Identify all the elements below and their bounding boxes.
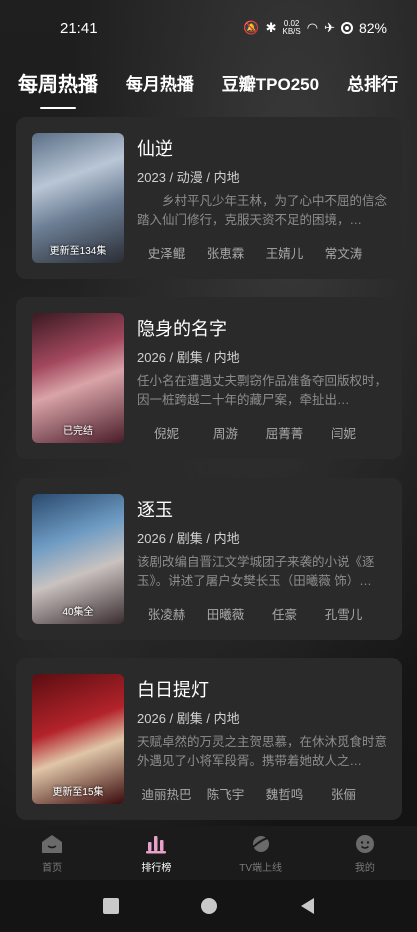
back-button[interactable] xyxy=(298,897,316,915)
list-item[interactable]: 更新至134集 仙逆 2023 / 动漫 / 内地 乡村平凡少年王林，为了心中不… xyxy=(16,117,402,279)
wifi-icon: ◠ xyxy=(306,20,319,35)
cast-list: 张凌赫 田曦薇 任豪 孔雪儿 xyxy=(137,604,397,623)
cast-name: 张俪 xyxy=(330,788,356,802)
item-meta: 2026 / 剧集 / 内地 xyxy=(137,531,240,546)
nav-profile[interactable]: 我的 xyxy=(325,833,405,874)
item-title[interactable]: 白日提灯 xyxy=(137,676,209,702)
planet-icon xyxy=(249,835,271,852)
cast-name: 陈飞宇 xyxy=(206,788,245,802)
speed-unit: KB/S xyxy=(282,27,301,36)
item-title[interactable]: 隐身的名字 xyxy=(137,315,227,341)
cast-name: 孔雪儿 xyxy=(324,608,363,622)
recents-button[interactable] xyxy=(102,897,120,915)
cast-name: 周游 xyxy=(212,427,238,441)
item-title[interactable]: 逐玉 xyxy=(137,496,173,522)
status-bar: 21:41 🔕 ✱ 0.02 KB/S ◠ ✈ 82% xyxy=(0,0,417,56)
cast-list: 史泽鲲 张恵霖 王婧儿 常文涛 xyxy=(137,243,397,262)
battery-level: 82% xyxy=(358,20,387,36)
nav-label: TV端上线 xyxy=(239,862,283,874)
home-icon xyxy=(42,834,63,853)
item-meta: 2026 / 剧集 / 内地 xyxy=(137,350,240,365)
list-item[interactable]: 更新至15集 白日提灯 2026 / 剧集 / 内地 天赋卓然的万灵之主贺思慕，… xyxy=(16,658,402,820)
nav-label: 我的 xyxy=(354,862,375,874)
tab-overall[interactable]: 总排行 xyxy=(347,70,398,95)
cast-name: 张凌赫 xyxy=(147,608,186,622)
battery-icon xyxy=(340,22,353,34)
status-icons: 🔕 ✱ 0.02 KB/S ◠ ✈ 82% xyxy=(243,20,387,37)
item-description: 任小名在遭遇丈夫剽窃作品准备夺回版权时，因一桩跨越二十年的藏尸案，牵扯出… xyxy=(137,374,387,407)
list-item[interactable]: 已完结 隐身的名字 2026 / 剧集 / 内地 任小名在遭遇丈夫剽窃作品准备夺… xyxy=(16,297,402,459)
poster-image[interactable]: 40集全 xyxy=(32,494,124,624)
ranking-icon xyxy=(146,835,167,853)
tab-monthly[interactable]: 每月热播 xyxy=(126,70,194,95)
cast-name: 屈菁菁 xyxy=(265,427,304,441)
bottom-nav: 首页 排行榜 TV端上线 我的 xyxy=(0,826,417,880)
poster-image[interactable]: 更新至15集 xyxy=(32,674,124,804)
cast-name: 倪妮 xyxy=(153,427,179,441)
ranking-tabs: 每周热播 每月热播 豆瓣TPO250 总排行 xyxy=(18,62,398,109)
poster-image[interactable]: 已完结 xyxy=(32,313,124,443)
status-badge: 已完结 xyxy=(63,426,93,437)
item-description: 乡村平凡少年王林，为了心中不屈的信念踏入仙门修行，克服天资不足的困境，… xyxy=(137,194,387,227)
airplane-icon: ✈ xyxy=(324,20,335,35)
poster-image[interactable]: 更新至134集 xyxy=(32,133,124,263)
cast-list: 迪丽热巴 陈飞宇 魏哲鸣 张俪 xyxy=(137,784,397,803)
item-meta: 2026 / 剧集 / 内地 xyxy=(137,711,240,726)
tab-douban-top250[interactable]: 豆瓣TPO250 xyxy=(222,70,319,95)
bluetooth-icon: ✱ xyxy=(265,20,277,35)
list-item[interactable]: 40集全 逐玉 2026 / 剧集 / 内地 该剧改编自晋江文学城团子来袭的小说… xyxy=(16,478,402,640)
cast-name: 魏哲鸣 xyxy=(265,788,304,802)
item-description: 天赋卓然的万灵之主贺思慕，在休沐觅食时意外遇见了小将军段胥。携带着她故人之… xyxy=(137,735,387,768)
cast-name: 任豪 xyxy=(271,608,297,622)
nav-home[interactable]: 首页 xyxy=(12,833,92,874)
home-button[interactable] xyxy=(200,897,218,915)
cast-name: 闫妮 xyxy=(330,427,356,441)
mute-icon: 🔕 xyxy=(243,20,260,35)
cast-name: 常文涛 xyxy=(324,247,363,261)
episode-badge: 更新至134集 xyxy=(49,246,107,257)
system-nav-bar xyxy=(0,880,417,932)
nav-label: 首页 xyxy=(42,862,63,874)
item-meta: 2023 / 动漫 / 内地 xyxy=(137,170,240,185)
tab-weekly[interactable]: 每周热播 xyxy=(18,68,98,109)
cast-name: 迪丽热巴 xyxy=(141,788,192,802)
item-description: 该剧改编自晋江文学城团子来袭的小说《逐玉》。讲述了屠户女樊长玉（田曦薇 饰）… xyxy=(137,555,375,588)
nav-tv[interactable]: TV端上线 xyxy=(221,833,301,874)
cast-name: 张恵霖 xyxy=(206,247,245,261)
network-speed: 0.02 KB/S xyxy=(282,20,300,36)
cast-name: 王婧儿 xyxy=(265,247,304,261)
cast-name: 史泽鲲 xyxy=(147,247,186,261)
nav-ranking[interactable]: 排行榜 xyxy=(116,833,196,874)
profile-icon xyxy=(355,834,374,853)
item-title[interactable]: 仙逆 xyxy=(137,135,173,161)
episode-badge: 更新至15集 xyxy=(52,787,104,798)
nav-label: 排行榜 xyxy=(141,862,172,874)
episode-badge: 40集全 xyxy=(62,607,94,618)
cast-name: 田曦薇 xyxy=(206,608,245,622)
status-time: 21:41 xyxy=(60,19,98,37)
cast-list: 倪妮 周游 屈菁菁 闫妮 xyxy=(137,423,397,442)
